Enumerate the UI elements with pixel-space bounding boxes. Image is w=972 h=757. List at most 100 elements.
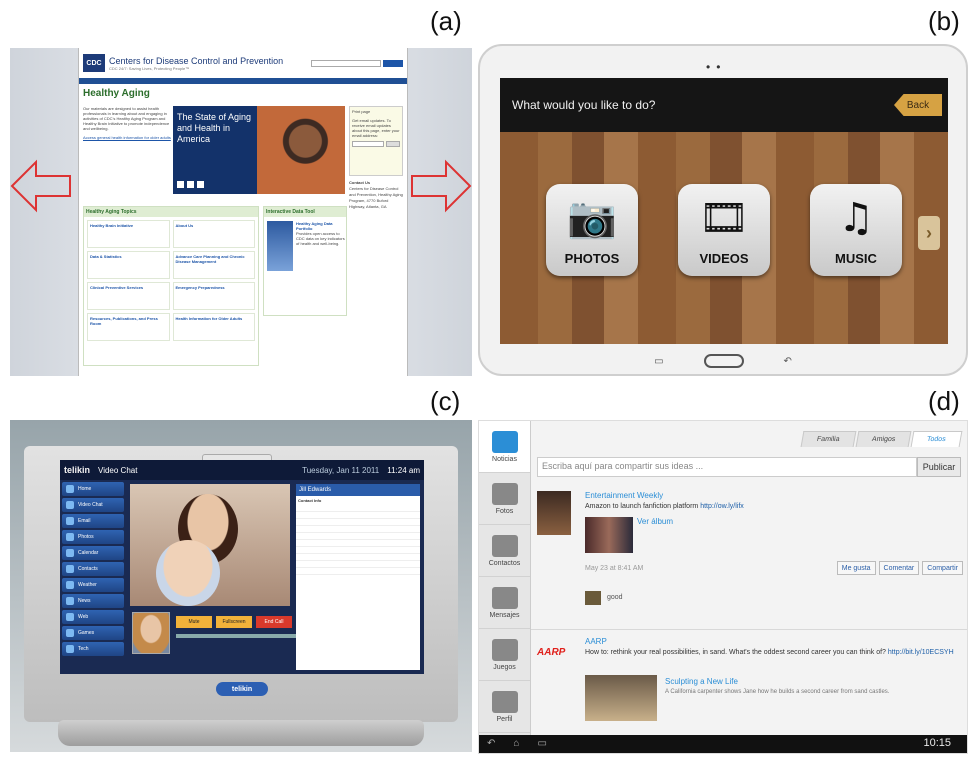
back-key-icon[interactable]: ↶ bbox=[784, 356, 792, 367]
baby-figure bbox=[156, 540, 220, 606]
page-title: Healthy Aging bbox=[83, 88, 150, 99]
fullscreen-button[interactable]: Fullscreen bbox=[216, 616, 252, 628]
banner-photo bbox=[257, 106, 345, 194]
menu-key-icon[interactable]: ▭ bbox=[654, 356, 663, 367]
menu-item[interactable]: News bbox=[62, 594, 124, 608]
submit-button[interactable] bbox=[386, 141, 400, 147]
music-tile[interactable]: ♫ MUSIC bbox=[810, 184, 902, 276]
date-text: Tuesday, Jan 11 2011 bbox=[302, 465, 380, 475]
post-author[interactable]: AARP bbox=[585, 637, 607, 646]
compose-input[interactable]: Escriba aquí para compartir sus ideas ..… bbox=[537, 457, 917, 477]
site-tagline: CDC 24/7: Saving Lives, Protecting Peopl… bbox=[109, 65, 190, 71]
tab-todos[interactable]: Todos bbox=[910, 431, 963, 447]
view-album-link[interactable]: Ver álbum bbox=[637, 517, 673, 526]
home-button[interactable] bbox=[703, 354, 744, 368]
volume-slider[interactable] bbox=[176, 634, 296, 638]
tool-heading: Interactive Data Tool bbox=[264, 207, 346, 217]
menu-item[interactable]: Web bbox=[62, 610, 124, 624]
contact-info-panel: Jill Edwards Contact Info bbox=[296, 484, 420, 670]
panel-label-a: (a) bbox=[430, 6, 462, 36]
sidebar-item-juegos[interactable]: Juegos bbox=[479, 629, 530, 681]
contact-us: Contact Us Centers for Disease Control a… bbox=[349, 180, 403, 209]
videos-tile[interactable]: 🎞 VIDEOS bbox=[678, 184, 770, 276]
share-button[interactable]: Compartir bbox=[922, 561, 963, 575]
self-view-thumbnail bbox=[132, 612, 170, 654]
news-icon bbox=[491, 430, 518, 453]
sidebar-item-perfil[interactable]: Perfil bbox=[479, 681, 530, 733]
back-icon[interactable]: ↶ bbox=[487, 738, 495, 749]
topic-item[interactable]: Resources, Publications, and Press Room bbox=[87, 313, 170, 341]
search-button[interactable] bbox=[383, 59, 403, 67]
sidebar-item-contactos[interactable]: Contactos bbox=[479, 525, 530, 577]
menu-item[interactable]: Calendar bbox=[62, 546, 124, 560]
menu-item[interactable]: Weather bbox=[62, 578, 124, 592]
topic-item[interactable]: Data & Statistics bbox=[87, 251, 170, 279]
link-preview-image[interactable] bbox=[585, 675, 657, 721]
system-nav: ↶ ⌂ ▭ bbox=[487, 738, 547, 749]
panel-c-telikin: telikin Video Chat Tuesday, Jan 11 2011 … bbox=[10, 420, 472, 752]
sidebar-item-mensajes[interactable]: Mensajes bbox=[479, 577, 530, 629]
comment-button[interactable]: Comentar bbox=[878, 561, 920, 575]
intro-link[interactable]: Access general health information for ol… bbox=[83, 135, 171, 140]
email-input[interactable] bbox=[352, 141, 384, 147]
end-call-button[interactable]: End Call bbox=[256, 616, 292, 628]
divider bbox=[531, 629, 967, 630]
screen-title: Video Chat bbox=[98, 465, 138, 475]
android-system-bar: ↶ ⌂ ▭ 10:15 bbox=[479, 735, 967, 753]
publish-button[interactable]: Publicar bbox=[917, 457, 961, 477]
feed-post: Entertainment Weekly Amazon to launch fa… bbox=[537, 487, 963, 613]
banner-pager[interactable] bbox=[177, 181, 204, 188]
prompt-text: What would you like to do? bbox=[512, 98, 656, 112]
search-bar bbox=[311, 59, 403, 67]
screen-header: telikin Video Chat Tuesday, Jan 11 2011 … bbox=[60, 460, 424, 480]
contact-section: Contact Info bbox=[298, 498, 322, 503]
tab-familia[interactable]: Familia bbox=[800, 431, 857, 447]
cdc-logo[interactable]: CDC bbox=[83, 54, 105, 72]
top-bar: What would you like to do? Back bbox=[500, 78, 948, 132]
topic-item[interactable]: Healthy Brain Initiative bbox=[87, 220, 170, 248]
side-menu: Home Video Chat Email Photos Calendar Co… bbox=[62, 482, 124, 658]
gear-icon bbox=[491, 690, 518, 713]
menu-item[interactable]: Video Chat bbox=[62, 498, 124, 512]
menu-item[interactable]: Contacts bbox=[62, 562, 124, 576]
topic-item[interactable]: About Us bbox=[172, 220, 255, 248]
topic-item[interactable]: Clinical Preventive Services bbox=[87, 282, 170, 310]
post-link[interactable]: http://ow.ly/lifx bbox=[700, 503, 744, 510]
topic-item[interactable]: Emergency Preparedness bbox=[172, 282, 255, 310]
contact-title: Contact Us bbox=[349, 180, 371, 185]
menu-item[interactable]: Tech bbox=[62, 642, 124, 656]
menu-item[interactable]: Home bbox=[62, 482, 124, 496]
menu-item[interactable]: Photos bbox=[62, 530, 124, 544]
time-text: 11:24 am bbox=[387, 465, 420, 475]
post-author[interactable]: Entertainment Weekly bbox=[585, 491, 663, 500]
menu-item[interactable]: Email bbox=[62, 514, 124, 528]
like-button[interactable]: Me gusta bbox=[836, 561, 876, 575]
search-input[interactable] bbox=[311, 59, 381, 67]
sidebar-item-fotos[interactable]: Fotos bbox=[479, 473, 530, 525]
photos-tile[interactable]: 📷 PHOTOS bbox=[546, 184, 638, 276]
topic-item[interactable]: Advance Care Planning and Chronic Diseas… bbox=[172, 251, 255, 279]
topic-item[interactable]: Health Information for Older Adults bbox=[172, 313, 255, 341]
sidebar-item-noticias[interactable]: Noticias bbox=[479, 421, 530, 473]
topics-box: Healthy Aging Topics Healthy Brain Initi… bbox=[83, 206, 259, 366]
menu-item[interactable]: Games bbox=[62, 626, 124, 640]
cdc-header: CDC Centers for Disease Control and Prev… bbox=[79, 48, 407, 78]
print-page-link[interactable]: Print page bbox=[352, 109, 400, 114]
feature-banner[interactable]: The State of Aging and Health in America bbox=[173, 106, 345, 194]
home-icon[interactable]: ⌂ bbox=[513, 738, 519, 749]
recent-apps-icon[interactable]: ▭ bbox=[537, 738, 546, 749]
link-description: A California carpenter shows Jane how he… bbox=[665, 689, 890, 695]
back-button[interactable]: Back bbox=[894, 94, 942, 116]
aarp-logo: AARP bbox=[537, 647, 566, 658]
tool-text[interactable]: Healthy Aging Data Portfolio Provides ope… bbox=[296, 221, 346, 246]
right-sidebar: Print page Get email updates. To receive… bbox=[349, 106, 403, 376]
post-link[interactable]: http://bit.ly/10ECSYH bbox=[888, 649, 954, 656]
mute-button[interactable]: Mute bbox=[176, 616, 212, 628]
banner-title: The State of Aging and Health in America bbox=[177, 112, 252, 144]
feed-post: AARP AARP How to: rethink your real poss… bbox=[537, 633, 963, 733]
link-title[interactable]: Sculpting a New Life bbox=[665, 677, 738, 686]
next-page-button[interactable]: › bbox=[918, 216, 940, 250]
post-image[interactable] bbox=[585, 517, 633, 553]
intro-text: Our materials are designed to assist hea… bbox=[83, 106, 171, 140]
tab-amigos[interactable]: Amigos bbox=[855, 431, 912, 447]
